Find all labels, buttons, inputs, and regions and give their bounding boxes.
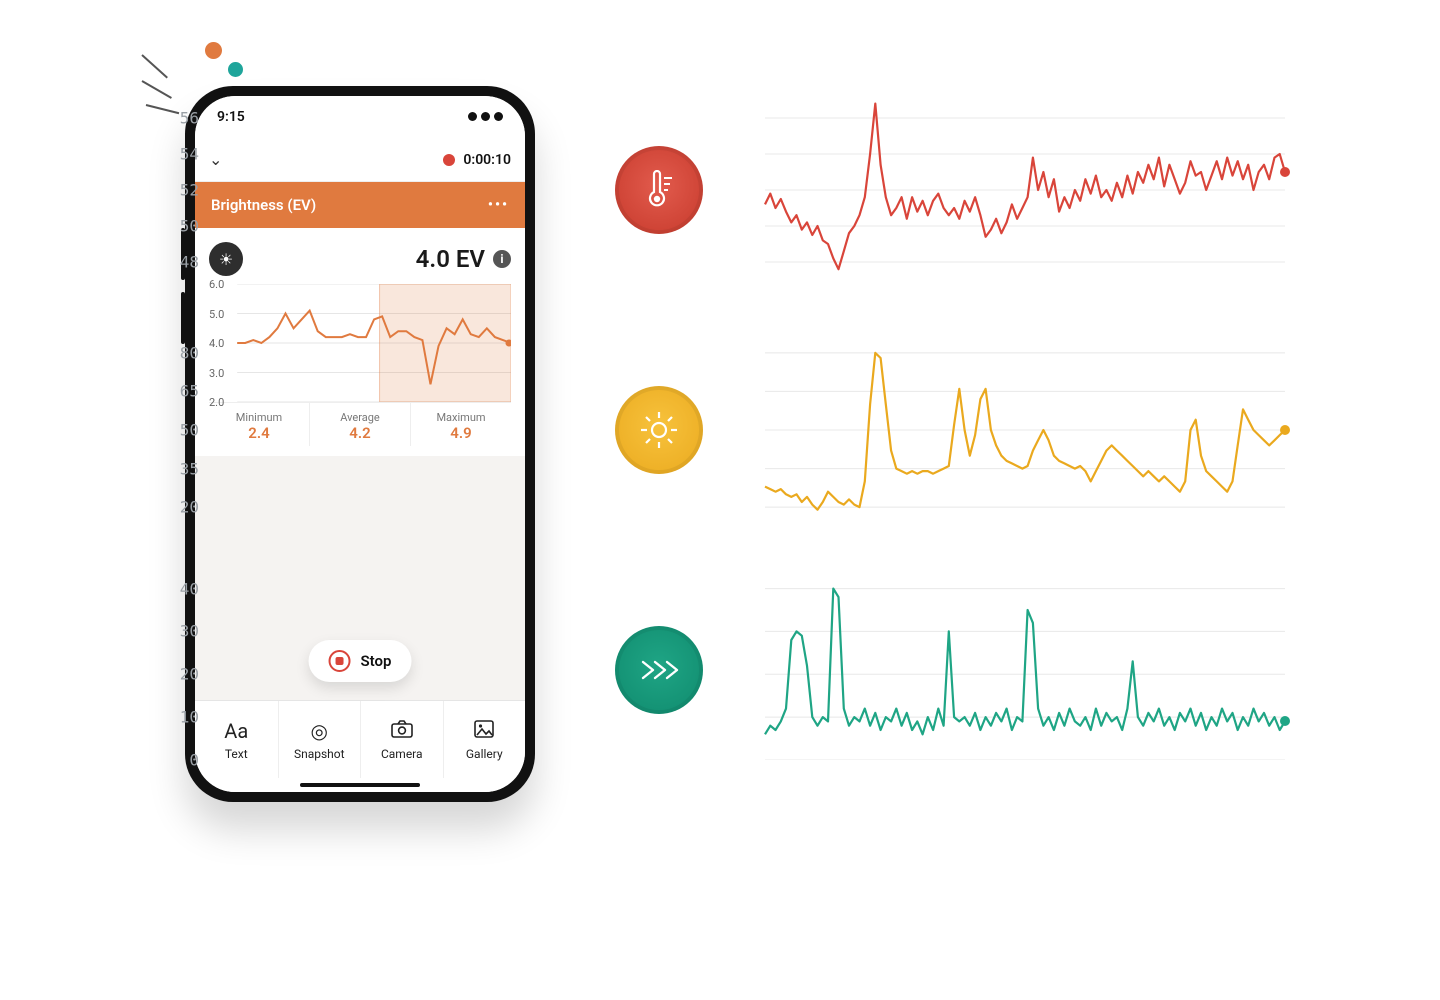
snapshot-icon: ◎ bbox=[311, 719, 328, 743]
chart-row-temperature: 5654525048 bbox=[615, 100, 1315, 280]
tab-gallery[interactable]: Gallery bbox=[443, 701, 526, 778]
gallery-icon bbox=[474, 719, 494, 743]
timer-value: 0:00:10 bbox=[463, 152, 511, 168]
top-bar: ⌄ 0:00:10 bbox=[195, 138, 525, 182]
tab-text[interactable]: Aa Text bbox=[195, 701, 278, 778]
line-chart-red: 5654525048 bbox=[725, 100, 1285, 280]
reading-value: 4.0 EV bbox=[416, 245, 485, 273]
info-icon[interactable]: i bbox=[493, 250, 511, 268]
record-dot-icon bbox=[443, 154, 455, 166]
recording-timer: 0:00:10 bbox=[443, 152, 511, 168]
accent-dot-orange bbox=[205, 42, 222, 59]
stat-min: Minimum 2.4 bbox=[209, 403, 309, 446]
chart-row-light: 8065503520 bbox=[615, 340, 1315, 520]
brightness-icon: ☀ bbox=[209, 242, 243, 276]
reading-card: ☀ 4.0 EV i 6.05.04.03.02.0 Minimum 2.4 bbox=[195, 228, 525, 456]
status-time: 9:15 bbox=[217, 109, 245, 125]
accent-line bbox=[141, 54, 168, 78]
stop-icon bbox=[329, 650, 351, 672]
bottom-tab-bar: Aa Text ◎ Snapshot Camera bbox=[195, 700, 525, 778]
tab-camera[interactable]: Camera bbox=[360, 701, 443, 778]
home-indicator bbox=[195, 778, 525, 792]
line-chart-yellow: 8065503520 bbox=[725, 340, 1285, 520]
stats-row: Minimum 2.4 Average 4.2 Maximum 4.9 bbox=[209, 402, 511, 446]
line-chart-green: 403020100 bbox=[725, 580, 1285, 760]
chart-row-motion: 403020100 bbox=[615, 580, 1315, 760]
stat-max: Maximum 4.9 bbox=[410, 403, 511, 446]
section-title: Brightness (EV) bbox=[211, 196, 316, 214]
chevron-down-icon[interactable]: ⌄ bbox=[209, 150, 222, 169]
stop-label: Stop bbox=[361, 652, 392, 670]
section-header[interactable]: Brightness (EV) ••• bbox=[195, 182, 525, 228]
status-bar: 9:15 bbox=[195, 96, 525, 138]
fast-forward-icon bbox=[615, 626, 703, 714]
text-icon: Aa bbox=[224, 719, 248, 743]
sun-icon bbox=[615, 386, 703, 474]
accent-line bbox=[146, 104, 179, 114]
more-icon[interactable]: ••• bbox=[488, 197, 509, 213]
thermometer-icon bbox=[615, 146, 703, 234]
stop-button[interactable]: Stop bbox=[309, 640, 412, 682]
phone-frame: 9:15 ⌄ 0:00:10 Brightness (EV) ••• ☀ 4.0 bbox=[185, 86, 535, 802]
camera-icon bbox=[391, 719, 413, 743]
tab-snapshot[interactable]: ◎ Snapshot bbox=[278, 701, 361, 778]
brightness-mini-chart: 6.05.04.03.02.0 bbox=[209, 284, 511, 402]
accent-dot-teal bbox=[228, 62, 243, 77]
phone-screen: 9:15 ⌄ 0:00:10 Brightness (EV) ••• ☀ 4.0 bbox=[195, 96, 525, 792]
accent-line bbox=[142, 80, 172, 99]
status-indicators bbox=[464, 109, 503, 125]
stat-avg: Average 4.2 bbox=[309, 403, 410, 446]
